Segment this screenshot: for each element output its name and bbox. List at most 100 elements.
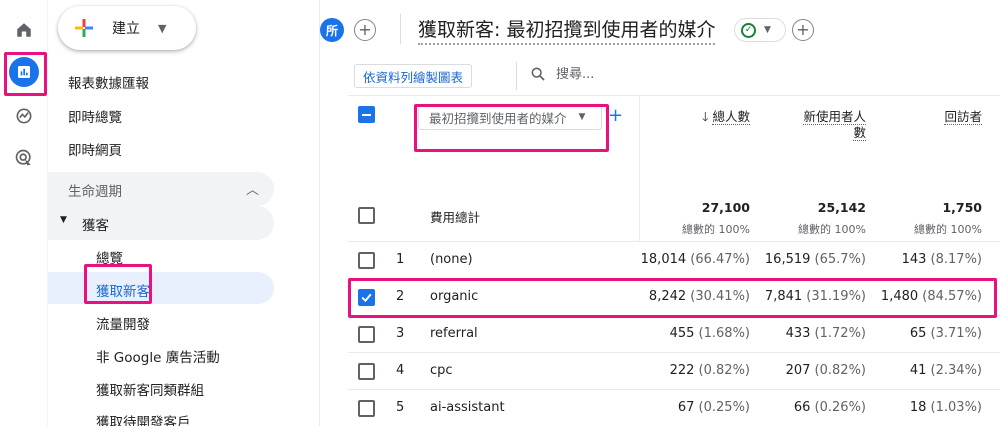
sidebar-item-reports-snapshot[interactable]: 報表數據匯報 xyxy=(68,72,149,92)
check-circle-icon: ✓ xyxy=(741,22,756,38)
column-divider xyxy=(639,96,640,241)
percent: (65.7%) xyxy=(814,252,866,267)
chevron-up-icon: ︿ xyxy=(246,183,260,198)
value: 207 xyxy=(785,363,811,378)
column-header-total-users[interactable]: 🡓 總人數 xyxy=(648,109,750,125)
column-header-total-users-label: 總人數 xyxy=(712,109,750,125)
value: 18 xyxy=(909,400,927,415)
status-chip[interactable]: ✓ ▼ xyxy=(734,18,786,42)
row-number: 4 xyxy=(396,363,405,378)
plot-rows-button[interactable]: 依資料列繪製圖表 xyxy=(354,64,472,88)
active-row-bg xyxy=(48,272,274,304)
value: 66 xyxy=(793,400,811,415)
percent: (66.47%) xyxy=(690,252,750,267)
group-acquisition-label: 獲客 xyxy=(82,218,109,234)
add-dimension-icon[interactable]: + xyxy=(608,105,623,126)
percent: (0.82%) xyxy=(698,363,750,378)
row-dimension: ai-assistant xyxy=(430,400,505,415)
table-toolbar: 依資料列繪製圖表 xyxy=(348,60,1000,96)
percent: (0.82%) xyxy=(814,363,866,378)
active-item-highlight xyxy=(84,264,152,304)
row-total-users: 222 (0.82%) xyxy=(670,363,750,378)
row-total-users: 67 (0.25%) xyxy=(678,400,750,415)
row-dimension: referral xyxy=(430,326,478,341)
comparison-badge[interactable]: 所 xyxy=(320,18,344,42)
sidebar-item-realtime-pages[interactable]: 即時網頁 xyxy=(68,139,122,159)
row-new-users: 66 (0.26%) xyxy=(794,400,866,415)
row-returning: 65 (3.71%) xyxy=(910,326,982,341)
percent: (0.25%) xyxy=(698,400,750,415)
sort-desc-icon: 🡓 xyxy=(701,109,709,124)
column-header-new-users-line2: 數 xyxy=(853,125,866,141)
advertising-icon[interactable] xyxy=(0,138,48,178)
total-users-pct: 總數的 100% xyxy=(682,223,750,236)
header-divider xyxy=(400,14,401,44)
search-box[interactable] xyxy=(530,66,676,82)
home-icon[interactable] xyxy=(0,10,48,50)
row-new-users: 207 (0.82%) xyxy=(786,363,866,378)
table-row[interactable]: 1 (none) 18,014 (66.47%) 16,519 (65.7%) … xyxy=(348,241,1000,278)
value: 433 xyxy=(785,326,811,341)
column-header-returning-users[interactable]: 回訪者 xyxy=(888,109,982,125)
row-checkbox[interactable] xyxy=(358,326,375,343)
section-lifecycle[interactable]: 生命週期 ︿ xyxy=(48,172,274,206)
row-new-users: 16,519 (65.7%) xyxy=(765,252,866,267)
totals-checkbox[interactable] xyxy=(358,207,375,224)
row-checkbox[interactable] xyxy=(358,252,375,269)
percent: (2.34%) xyxy=(930,363,982,378)
value: 41 xyxy=(909,363,927,378)
percent: (3.71%) xyxy=(930,326,982,341)
table-row[interactable]: 4 cpc 222 (0.82%) 207 (0.82%) 41 (2.34%) xyxy=(348,352,1000,389)
selected-row-highlight xyxy=(348,278,997,318)
explore-icon[interactable] xyxy=(0,96,48,136)
row-number: 3 xyxy=(396,326,405,341)
create-button[interactable]: 建立 ▼ xyxy=(58,6,196,50)
search-input[interactable] xyxy=(556,66,676,82)
select-all-checkbox[interactable] xyxy=(358,106,375,123)
sidebar-item-lead-acquisition[interactable]: 獲取待開發客戶 xyxy=(96,411,191,426)
row-number: 1 xyxy=(396,252,405,267)
group-acquisition[interactable]: ▼ 獲客 xyxy=(48,206,274,240)
total-users-value: 27,100 xyxy=(701,200,750,215)
percent: (8.17%) xyxy=(930,252,982,267)
row-total-users: 18,014 (66.47%) xyxy=(641,252,750,267)
sidebar-item-non-google-campaigns[interactable]: 非 Google 廣告活動 xyxy=(96,346,220,366)
percent: (0.26%) xyxy=(814,400,866,415)
row-total-users: 455 (1.68%) xyxy=(670,326,750,341)
page-title[interactable]: 獲取新客: 最初招攬到使用者的媒介 xyxy=(418,15,716,45)
total-returning-pct: 總數的 100% xyxy=(914,223,982,236)
plus-icon xyxy=(75,19,93,37)
percent: (1.03%) xyxy=(930,400,982,415)
value: 143 xyxy=(901,252,927,267)
sidebar-item-acquisition-cohort[interactable]: 獲取新客同類群組 xyxy=(96,379,204,399)
row-dimension: (none) xyxy=(430,252,473,267)
value: 455 xyxy=(669,326,695,341)
caret-down-icon: ▼ xyxy=(764,25,771,35)
table-row[interactable]: 3 referral 455 (1.68%) 433 (1.72%) 65 (3… xyxy=(348,315,1000,352)
value: 222 xyxy=(669,363,695,378)
sidebar-item-traffic-acquisition[interactable]: 流量開發 xyxy=(96,313,150,333)
row-checkbox[interactable] xyxy=(358,400,375,417)
row-number: 5 xyxy=(396,400,405,415)
row-returning: 18 (1.03%) xyxy=(910,400,982,415)
row-dimension: cpc xyxy=(430,363,453,378)
total-new-users-value: 25,142 xyxy=(817,200,866,215)
value: 65 xyxy=(909,326,927,341)
caret-down-icon: ▼ xyxy=(60,215,67,225)
total-returning-value: 1,750 xyxy=(942,200,982,215)
reports-highlight xyxy=(4,52,47,96)
row-returning: 41 (2.34%) xyxy=(910,363,982,378)
total-new-users-pct: 總數的 100% xyxy=(798,223,866,236)
percent: (1.72%) xyxy=(814,326,866,341)
sidebar-item-realtime-overview[interactable]: 即時總覽 xyxy=(68,106,122,126)
create-label: 建立 xyxy=(112,21,140,37)
caret-down-icon: ▼ xyxy=(158,21,167,35)
add-comparison-icon[interactable]: + xyxy=(354,19,376,41)
section-lifecycle-label: 生命週期 xyxy=(68,184,122,200)
column-header-new-users-line1: 新使用者人 xyxy=(803,109,866,125)
table-row[interactable]: 5 ai-assistant 67 (0.25%) 66 (0.26%) 18 … xyxy=(348,389,1000,426)
column-header-new-users[interactable]: 新使用者人 數 xyxy=(768,109,866,141)
add-filter-icon[interactable]: + xyxy=(792,19,814,41)
row-checkbox[interactable] xyxy=(358,363,375,380)
report-header: 所 + 獲取新客: 最初招攬到使用者的媒介 ✓ ▼ + xyxy=(320,0,1000,60)
